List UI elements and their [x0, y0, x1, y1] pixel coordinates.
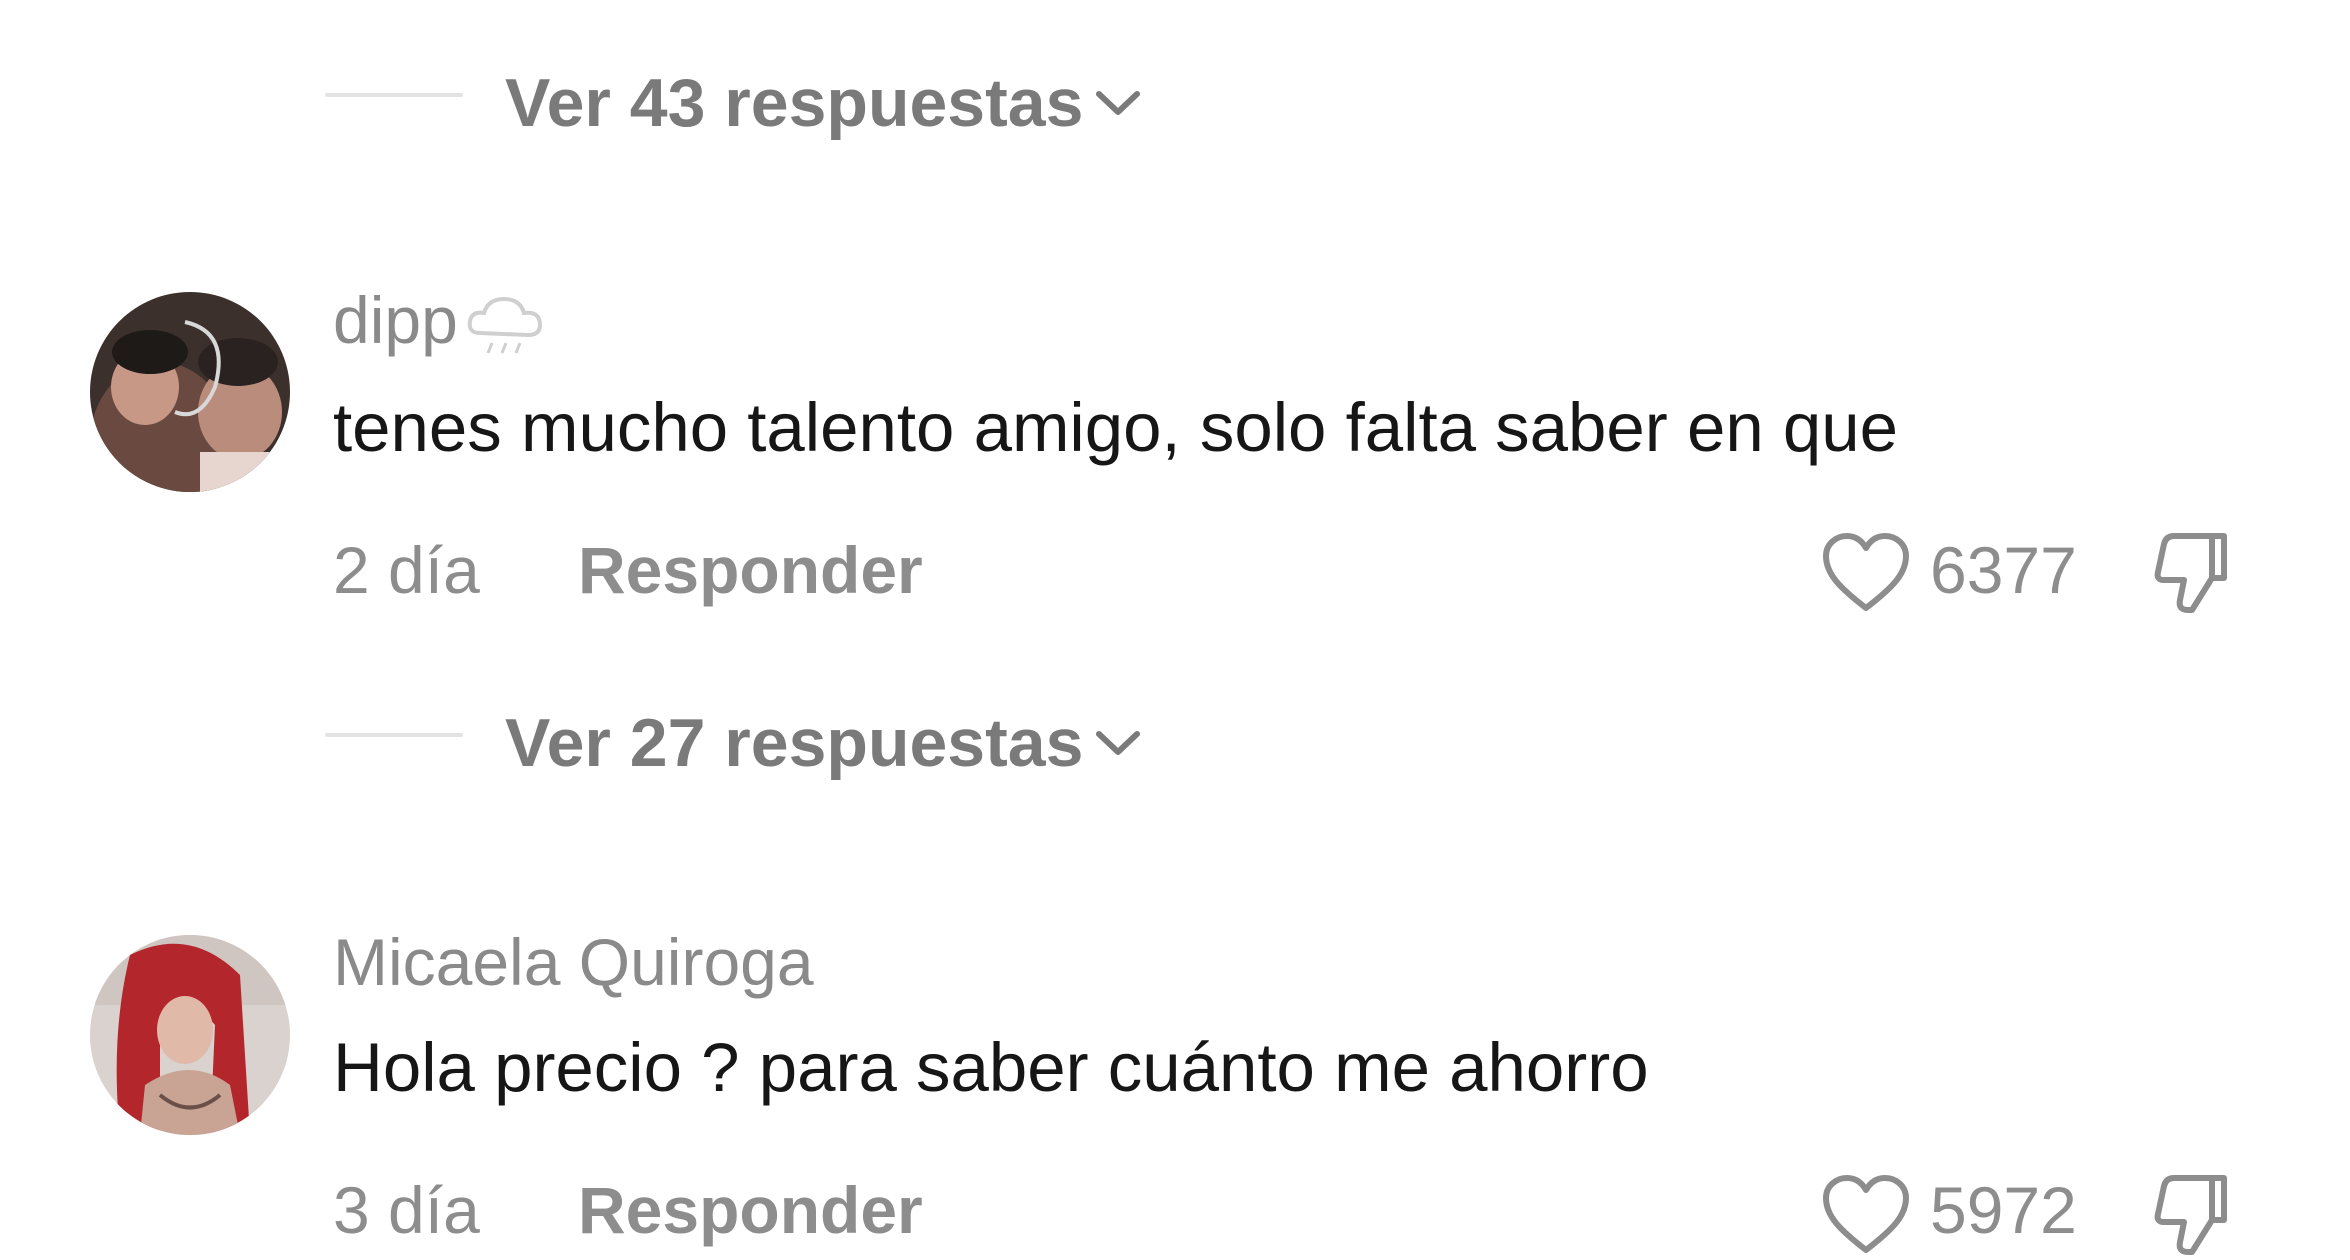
view-replies-row[interactable]: Ver 27 respuestas	[0, 695, 1400, 781]
view-replies-button[interactable]: Ver 43 respuestas	[505, 63, 1143, 143]
view-replies-button[interactable]: Ver 27 respuestas	[505, 703, 1143, 783]
thumbs-down-icon[interactable]	[2150, 522, 2246, 618]
comment-time: 3 día	[333, 1173, 480, 1247]
chevron-down-icon	[1093, 728, 1143, 758]
avatar[interactable]	[90, 935, 290, 1135]
avatar[interactable]	[90, 292, 290, 492]
heart-icon[interactable]	[1820, 1172, 1912, 1256]
view-replies-row[interactable]: Ver 43 respuestas	[0, 55, 1400, 141]
like-count: 6377	[1930, 533, 2077, 607]
comment-time: 2 día	[333, 533, 480, 607]
comment-text: Hola precio ? para saber cuánto me ahorr…	[333, 1029, 1649, 1106]
view-replies-label: Ver 43 respuestas	[505, 65, 1084, 141]
like-count: 5972	[1930, 1173, 2077, 1247]
cloud-rain-icon	[462, 291, 548, 361]
thumbs-down-icon[interactable]	[2150, 1164, 2246, 1260]
comment-username[interactable]: dipp	[333, 280, 548, 361]
replies-divider	[325, 93, 463, 97]
heart-icon[interactable]	[1820, 530, 1912, 614]
reply-button[interactable]: Responder	[578, 530, 923, 610]
comment-username[interactable]: Micaela Quiroga	[333, 922, 814, 1002]
reply-button[interactable]: Responder	[578, 1170, 923, 1250]
view-replies-label: Ver 27 respuestas	[505, 705, 1084, 781]
chevron-down-icon	[1093, 88, 1143, 118]
comment-text: tenes mucho talento amigo, solo falta sa…	[333, 389, 1898, 466]
replies-divider	[325, 733, 463, 737]
username-text: dipp	[333, 283, 458, 357]
